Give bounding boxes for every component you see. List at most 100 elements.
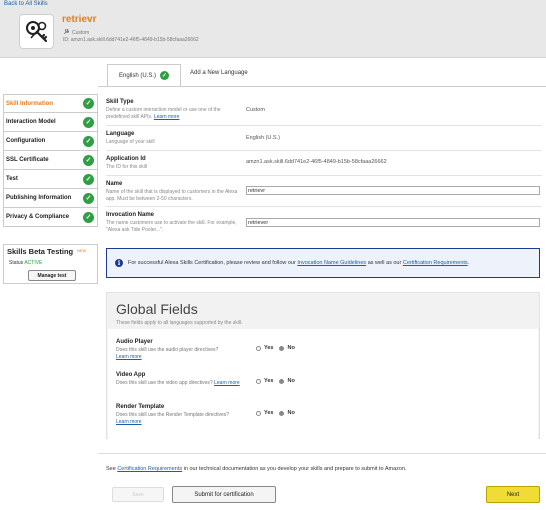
beta-title: Skills Beta Testing bbox=[7, 247, 74, 256]
video-app-label: Video App bbox=[116, 372, 146, 378]
audio-player-label: Audio Player bbox=[116, 339, 153, 345]
language-desc: Language of your skill bbox=[106, 139, 155, 145]
sidebar-item-interaction-model[interactable]: Interaction Model ✓ bbox=[3, 113, 98, 132]
application-id-desc: The ID for this skill bbox=[106, 164, 148, 170]
manage-test-button[interactable]: Manage test bbox=[28, 270, 76, 281]
footer-certification-link[interactable]: Certification Requirements bbox=[117, 466, 182, 472]
video-app-no-radio[interactable] bbox=[279, 378, 285, 384]
video-app-desc-text: Does this skill use the video app direct… bbox=[116, 380, 213, 386]
video-app-desc: Does this skill use the video app direct… bbox=[116, 380, 252, 387]
wrench-icon bbox=[63, 28, 70, 37]
audio-player-learn-more-link[interactable]: Learn more bbox=[116, 354, 142, 360]
audio-player-desc-text: Does this skill use the audio player dir… bbox=[116, 347, 219, 353]
invocation-name-input[interactable]: retriever bbox=[246, 218, 540, 227]
beta-status-value: ACTIVE bbox=[24, 260, 43, 266]
video-app-radio-group: Yes No bbox=[256, 378, 295, 384]
invocation-guidelines-link[interactable]: Invocation Name Guidelines bbox=[297, 260, 366, 266]
render-template-learn-more-link[interactable]: Learn more bbox=[116, 419, 142, 425]
sidebar-item-configuration[interactable]: Configuration ✓ bbox=[3, 132, 98, 151]
audio-player-no-radio[interactable] bbox=[279, 345, 285, 351]
sidebar-item-label: Configuration bbox=[6, 138, 46, 144]
save-button[interactable]: Save bbox=[112, 487, 164, 502]
divider bbox=[106, 125, 542, 126]
render-template-yes-radio[interactable] bbox=[256, 410, 261, 416]
footer-text-before: See bbox=[106, 466, 116, 472]
tab-english-us[interactable]: English (U.S.) ✓ bbox=[107, 64, 181, 86]
beta-status-label: Status bbox=[9, 260, 24, 266]
yes-label: Yes bbox=[264, 345, 274, 351]
sidebar-item-privacy-compliance[interactable]: Privacy & Compliance ✓ bbox=[3, 208, 98, 227]
render-template-desc-text: Does this skill use the Render Template … bbox=[116, 412, 230, 418]
submit-for-certification-button[interactable]: Submit for certification bbox=[172, 486, 276, 503]
tab-add-language[interactable]: Add a New Language bbox=[190, 70, 248, 76]
skill-type-text: Custom bbox=[72, 30, 90, 36]
info-text-before: For successful Alexa Skills Certificatio… bbox=[128, 260, 296, 266]
check-icon: ✓ bbox=[83, 135, 94, 147]
tab-divider bbox=[98, 86, 546, 87]
skill-id-label: ID: bbox=[63, 37, 70, 43]
audio-player-desc: Does this skill use the audio player dir… bbox=[116, 347, 252, 360]
sidebar-item-label: Skill Information bbox=[6, 100, 54, 107]
video-app-yes-radio[interactable] bbox=[256, 378, 261, 384]
invocation-name-desc: The name customers use to activate the s… bbox=[106, 220, 237, 233]
skill-type-desc: Define a custom interaction model or use… bbox=[106, 107, 240, 121]
check-icon: ✓ bbox=[83, 98, 94, 109]
info-text: For successful Alexa Skills Certificatio… bbox=[128, 260, 469, 266]
back-to-skills-link[interactable]: Back to All Skills bbox=[4, 1, 48, 7]
render-template-no-radio[interactable] bbox=[279, 410, 285, 416]
check-icon: ✓ bbox=[83, 116, 94, 128]
sidebar-nav: Skill Information ✓ Interaction Model ✓ … bbox=[3, 94, 98, 227]
check-icon: ✓ bbox=[83, 173, 94, 185]
render-template-desc: Does this skill use the Render Template … bbox=[116, 412, 252, 425]
skill-type-value: Custom bbox=[246, 107, 265, 113]
check-icon: ✓ bbox=[160, 71, 169, 80]
yes-label: Yes bbox=[264, 410, 274, 416]
sidebar-item-label: Privacy & Compliance bbox=[6, 214, 70, 220]
new-badge: NEW bbox=[77, 248, 87, 253]
info-text-middle: as well as our bbox=[367, 260, 402, 266]
global-fields-title: Global Fields bbox=[116, 301, 198, 317]
language-value: English (U.S.) bbox=[246, 135, 280, 141]
invocation-name-label: Invocation Name bbox=[106, 212, 155, 218]
video-app-learn-more-link[interactable]: Learn more bbox=[214, 380, 240, 386]
skill-id-row: ID: amzn1.ask.skill.6dd741e2-46f5-4849-b… bbox=[63, 37, 199, 43]
no-label: No bbox=[287, 410, 295, 416]
sidebar-item-publishing-information[interactable]: Publishing Information ✓ bbox=[3, 189, 98, 208]
skill-logo-icon bbox=[19, 14, 54, 49]
skill-type-label: Skill Type bbox=[106, 99, 134, 105]
next-button[interactable]: Next bbox=[486, 486, 540, 503]
skill-type-learn-more-link[interactable]: Learn more bbox=[154, 114, 180, 120]
skill-name: retrievr bbox=[62, 14, 97, 25]
yes-label: Yes bbox=[264, 378, 274, 384]
render-template-label: Render Template bbox=[116, 404, 165, 410]
global-fields-panel: Global Fields These fields apply to all … bbox=[106, 292, 540, 439]
sidebar-item-label: Test bbox=[6, 176, 18, 182]
sidebar-item-label: SSL Certificate bbox=[6, 157, 49, 163]
no-label: No bbox=[287, 378, 295, 384]
global-fields-subtitle: These fields apply to all languages supp… bbox=[116, 320, 243, 326]
check-icon: ✓ bbox=[83, 154, 94, 166]
sidebar-item-test[interactable]: Test ✓ bbox=[3, 170, 98, 189]
skill-id-value: amzn1.ask.skill.6dd741e2-46f5-4849-b15b-… bbox=[70, 37, 199, 43]
check-icon: ✓ bbox=[83, 192, 94, 204]
skill-type-row: Custom bbox=[63, 28, 90, 37]
beta-status: Status ACTIVE bbox=[9, 260, 42, 266]
audio-player-radio-group: Yes No bbox=[256, 345, 295, 351]
render-template-radio-group: Yes No bbox=[256, 410, 295, 416]
certification-requirements-link[interactable]: Certification Requirements bbox=[403, 260, 468, 266]
application-id-value: amzn1.ask.skill.6dd741e2-46f5-4849-b15b-… bbox=[246, 159, 387, 165]
sidebar-item-label: Publishing Information bbox=[6, 195, 72, 201]
global-fields-list: Audio Player Does this skill use the aud… bbox=[108, 329, 538, 439]
divider bbox=[106, 206, 542, 207]
sidebar-item-ssl-certificate[interactable]: SSL Certificate ✓ bbox=[3, 151, 98, 170]
divider bbox=[106, 175, 542, 176]
check-icon: ✓ bbox=[83, 211, 94, 223]
skill-header: Back to All Skills retrievr Custom ID: a… bbox=[0, 0, 546, 58]
audio-player-yes-radio[interactable] bbox=[256, 345, 261, 351]
skill-name-input[interactable]: retrievr bbox=[246, 186, 540, 195]
sidebar-item-skill-information[interactable]: Skill Information ✓ bbox=[3, 94, 98, 113]
footer-text-after: in our technical documentation as you de… bbox=[183, 466, 407, 472]
name-label: Name bbox=[106, 181, 123, 187]
footer-note: See Certification Requirements in our te… bbox=[106, 466, 407, 472]
footer-divider bbox=[98, 453, 546, 454]
